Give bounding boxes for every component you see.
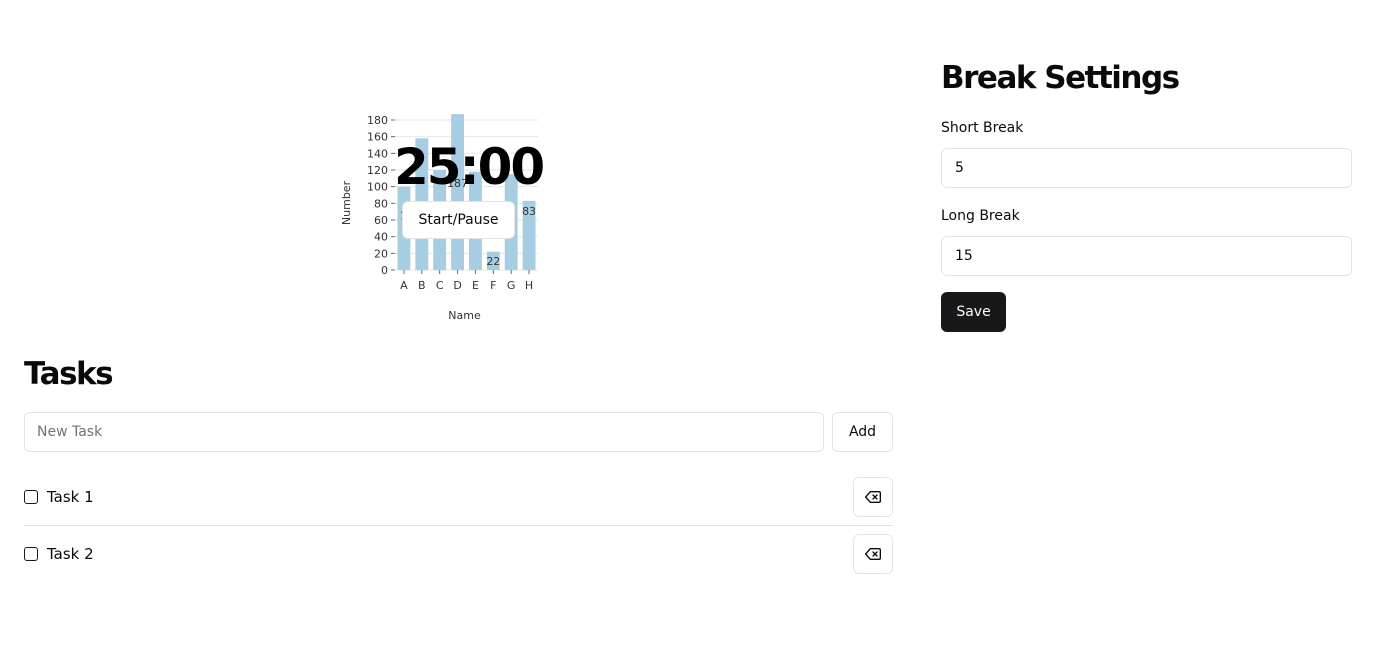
task-label: Task 2 bbox=[47, 544, 94, 563]
y-tick-label: 180 bbox=[367, 114, 388, 127]
x-axis-title: Name bbox=[448, 309, 481, 322]
short-break-input[interactable] bbox=[941, 148, 1352, 188]
delete-task-button[interactable] bbox=[853, 476, 893, 517]
task-label: Task 1 bbox=[47, 487, 94, 506]
tasks-heading: Tasks bbox=[24, 356, 114, 392]
add-task-button[interactable]: Add bbox=[832, 412, 893, 452]
task-item: Task 1 bbox=[24, 468, 893, 526]
task-checkbox[interactable] bbox=[24, 489, 38, 504]
y-tick-label: 60 bbox=[374, 214, 388, 227]
short-break-label: Short Break bbox=[941, 120, 1024, 136]
x-tick-label: F bbox=[490, 279, 496, 292]
backspace-icon bbox=[865, 490, 881, 503]
task-checkbox[interactable] bbox=[24, 546, 38, 561]
x-tick-label: G bbox=[507, 279, 516, 292]
x-tick-label: B bbox=[418, 279, 426, 292]
y-tick-label: 160 bbox=[367, 131, 388, 144]
data-label: 22 bbox=[486, 255, 500, 268]
backspace-icon bbox=[865, 547, 881, 560]
delete-task-button[interactable] bbox=[853, 533, 893, 574]
start-pause-button[interactable]: Start/Pause bbox=[402, 201, 515, 239]
y-tick-label: 20 bbox=[374, 247, 388, 260]
long-break-label: Long Break bbox=[941, 208, 1020, 224]
break-settings-heading: Break Settings bbox=[941, 60, 1180, 96]
y-tick-label: 0 bbox=[381, 264, 388, 277]
y-tick-label: 40 bbox=[374, 231, 388, 244]
task-item: Task 2 bbox=[24, 525, 893, 582]
long-break-input[interactable] bbox=[941, 236, 1352, 276]
x-tick-label: C bbox=[436, 279, 444, 292]
data-label: 83 bbox=[522, 205, 536, 218]
y-tick-label: 100 bbox=[367, 181, 388, 194]
new-task-input[interactable] bbox=[24, 412, 824, 452]
y-axis-title: Number bbox=[340, 180, 353, 225]
x-tick-label: E bbox=[472, 279, 479, 292]
y-tick-label: 80 bbox=[374, 197, 388, 210]
x-tick-label: H bbox=[525, 279, 533, 292]
y-tick-label: 140 bbox=[367, 147, 388, 160]
timer-display: 25:00 bbox=[394, 138, 545, 196]
x-tick-label: D bbox=[453, 279, 461, 292]
x-tick-label: A bbox=[400, 279, 408, 292]
save-button[interactable]: Save bbox=[941, 292, 1006, 332]
y-tick-label: 120 bbox=[367, 164, 388, 177]
